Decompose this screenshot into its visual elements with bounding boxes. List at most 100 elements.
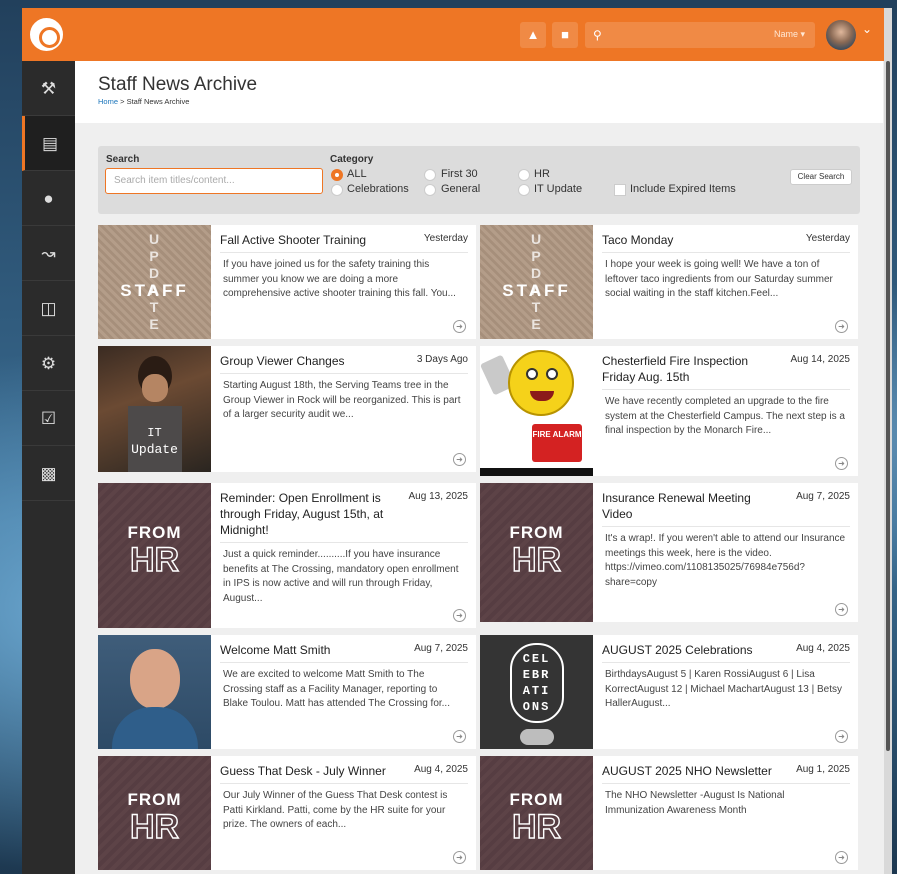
- arrow-right-circle-icon[interactable]: ➜: [453, 609, 466, 622]
- breadcrumb-separator: >: [120, 97, 125, 106]
- breadcrumb-current: Staff News Archive: [126, 97, 190, 106]
- news-card[interactable]: IT Update Group Viewer Changes 3 Days Ag…: [98, 346, 476, 472]
- arrow-right-circle-icon[interactable]: ➜: [835, 851, 848, 864]
- news-title[interactable]: Fall Active Shooter Training: [220, 232, 400, 248]
- sidebar-item-person-icon[interactable]: ●: [22, 171, 75, 226]
- arrow-right-circle-icon[interactable]: ➜: [835, 603, 848, 616]
- include-expired-label: Include Expired Items: [630, 183, 736, 195]
- bookmark-icon[interactable]: ■: [552, 22, 578, 48]
- news-card[interactable]: FROM HR Guess That Desk - July Winner Au…: [98, 756, 476, 870]
- radio-celebrations[interactable]: [331, 184, 343, 196]
- radio-celebrations-label: Celebrations: [347, 183, 409, 195]
- from-hr-thumbnail: FROM HR: [480, 756, 593, 870]
- matt-smith-photo: [98, 635, 211, 749]
- staff-update-thumbnail: UPDATE STAFF: [480, 225, 593, 339]
- top-bar: ▲ ■ ⚲ Name ▾ ⌄: [22, 8, 892, 61]
- rock-logo-icon[interactable]: [30, 18, 63, 51]
- search-input[interactable]: Search item titles/content...: [105, 168, 323, 194]
- news-date: Yesterday: [423, 233, 468, 244]
- clear-search-button[interactable]: Clear Search: [790, 169, 852, 185]
- news-summary: The NHO Newsletter -August Is National I…: [605, 790, 785, 816]
- news-title[interactable]: Reminder: Open Enrollment is through Fri…: [220, 490, 400, 538]
- it-update-thumbnail: IT Update: [98, 346, 211, 472]
- news-date: Aug 1, 2025: [796, 764, 850, 775]
- news-summary: We are excited to welcome Matt Smith to …: [223, 669, 450, 709]
- from-hr-thumbnail: FROM HR: [98, 756, 211, 870]
- news-card[interactable]: UPDATE STAFF Taco Monday Yesterday I hop…: [480, 225, 858, 339]
- from-hr-thumbnail: FROM HR: [480, 483, 593, 622]
- news-card[interactable]: CEL EBR ATI ONS AUGUST 2025 Celebrations…: [480, 635, 858, 749]
- sidebar-item-money-icon[interactable]: ◫: [22, 281, 75, 336]
- radio-first-30-label: First 30: [441, 168, 478, 180]
- breadcrumb-home-link[interactable]: Home: [98, 97, 118, 106]
- celebrations-thumbnail: CEL EBR ATI ONS: [480, 635, 593, 749]
- global-search-input[interactable]: ⚲ Name ▾: [585, 22, 815, 48]
- radio-hr[interactable]: [518, 169, 530, 181]
- news-title[interactable]: AUGUST 2025 Celebrations: [602, 642, 782, 658]
- radio-general[interactable]: [424, 184, 436, 196]
- news-date: 3 Days Ago: [416, 354, 468, 365]
- news-date: Yesterday: [805, 233, 850, 244]
- news-date: Aug 4, 2025: [414, 764, 468, 775]
- news-card[interactable]: FIRE ALARM Chesterfield Fire Inspection …: [480, 346, 858, 476]
- news-title[interactable]: Welcome Matt Smith: [220, 642, 400, 658]
- sidebar-item-hammer-icon[interactable]: ⚒: [22, 61, 75, 116]
- fire-alarm-thumbnail: FIRE ALARM: [480, 346, 593, 476]
- news-date: Aug 4, 2025: [796, 643, 850, 654]
- radio-all[interactable]: [331, 169, 343, 181]
- search-icon: ⚲: [593, 28, 602, 42]
- news-title[interactable]: Guess That Desk - July Winner: [220, 763, 400, 779]
- breadcrumb: Home > Staff News Archive: [98, 97, 189, 106]
- radio-hr-label: HR: [534, 168, 550, 180]
- news-date: Aug 7, 2025: [414, 643, 468, 654]
- news-card[interactable]: FROM HR AUGUST 2025 NHO Newsletter Aug 1…: [480, 756, 858, 870]
- staff-update-thumbnail: UPDATE STAFF: [98, 225, 211, 339]
- search-type-dropdown[interactable]: Name ▾: [774, 29, 805, 40]
- chevron-down-icon[interactable]: ⌄: [862, 22, 872, 36]
- arrow-right-circle-icon[interactable]: ➜: [453, 320, 466, 333]
- scrollbar[interactable]: [884, 8, 892, 874]
- arrow-right-circle-icon[interactable]: ➜: [453, 851, 466, 864]
- arrow-right-circle-icon[interactable]: ➜: [453, 453, 466, 466]
- arrow-right-circle-icon[interactable]: ➜: [835, 457, 848, 470]
- radio-it-update-label: IT Update: [534, 183, 583, 195]
- sidebar-item-wrench-icon[interactable]: ⚙: [22, 336, 75, 391]
- main-content: Staff News Archive Home > Staff News Arc…: [75, 61, 883, 874]
- news-summary: Our July Winner of the Guess That Desk c…: [223, 790, 448, 830]
- radio-all-label: ALL: [347, 168, 367, 180]
- news-date: Aug 7, 2025: [796, 491, 850, 502]
- news-date: Aug 14, 2025: [790, 354, 851, 365]
- arrow-right-circle-icon[interactable]: ➜: [835, 320, 848, 333]
- news-title[interactable]: Group Viewer Changes: [220, 353, 400, 369]
- sidebar-item-book-icon[interactable]: ▤: [22, 116, 75, 171]
- news-title[interactable]: Chesterfield Fire Inspection Friday Aug.…: [602, 353, 782, 385]
- sidebar: ⚒ ▤ ● ↝ ◫ ⚙ ☑ ▩: [22, 61, 75, 874]
- browser-window: ▲ ■ ⚲ Name ▾ ⌄ ⚒ ▤ ● ↝ ◫ ⚙ ☑ ▩ Staff New…: [22, 8, 892, 874]
- sidebar-item-chart-icon[interactable]: ↝: [22, 226, 75, 281]
- page-header: Staff News Archive Home > Staff News Arc…: [75, 61, 883, 123]
- radio-it-update[interactable]: [518, 184, 530, 196]
- news-summary: BirthdaysAugust 5 | Karen RossiAugust 6 …: [605, 669, 842, 709]
- arrow-right-circle-icon[interactable]: ➜: [835, 730, 848, 743]
- news-summary: If you have joined us for the safety tra…: [223, 259, 456, 299]
- arrow-right-circle-icon[interactable]: ➜: [453, 730, 466, 743]
- filter-panel: Search Search item titles/content... Cat…: [98, 146, 860, 214]
- news-title[interactable]: Insurance Renewal Meeting Video: [602, 490, 782, 522]
- news-card[interactable]: FROM HR Reminder: Open Enrollment is thr…: [98, 483, 476, 628]
- news-summary: We have recently completed an upgrade to…: [605, 396, 845, 436]
- bell-icon[interactable]: ▲: [520, 22, 546, 48]
- from-hr-thumbnail: FROM HR: [98, 483, 211, 628]
- news-title[interactable]: Taco Monday: [602, 232, 782, 248]
- news-card[interactable]: UPDATE STAFF Fall Active Shooter Trainin…: [98, 225, 476, 339]
- avatar[interactable]: [826, 20, 856, 50]
- radio-first-30[interactable]: [424, 169, 436, 181]
- news-title[interactable]: AUGUST 2025 NHO Newsletter: [602, 763, 782, 779]
- sidebar-item-briefcase-icon[interactable]: ▩: [22, 446, 75, 501]
- news-card[interactable]: FROM HR Insurance Renewal Meeting Video …: [480, 483, 858, 622]
- scrollbar-thumb[interactable]: [886, 61, 890, 751]
- news-card[interactable]: Welcome Matt Smith Aug 7, 2025 We are ex…: [98, 635, 476, 749]
- category-label: Category: [330, 154, 374, 165]
- sidebar-item-checkbox-icon[interactable]: ☑: [22, 391, 75, 446]
- radio-general-label: General: [441, 183, 481, 195]
- include-expired-checkbox[interactable]: [614, 184, 626, 196]
